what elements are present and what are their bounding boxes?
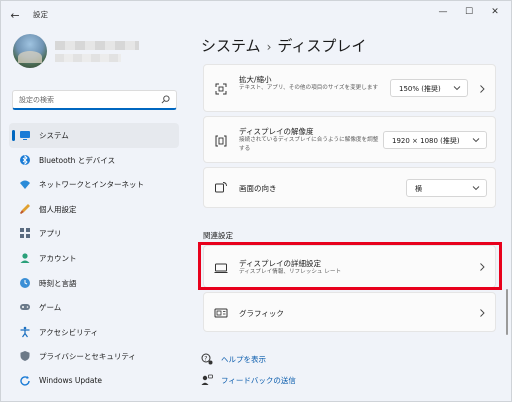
sidebar-item-personalization[interactable]: 個人用設定 xyxy=(9,197,179,222)
help-icon: ? xyxy=(201,353,213,365)
app-title: 設定 xyxy=(33,10,48,19)
gaming-icon xyxy=(20,304,30,311)
sidebar-item-accounts[interactable]: アカウント xyxy=(9,246,179,271)
resolution-icon xyxy=(215,135,227,147)
monitor-icon xyxy=(214,263,228,273)
resolution-dropdown-value: 1920 × 1080 (推奨) xyxy=(392,137,460,145)
sidebar-item-network[interactable]: ネットワークとインターネット xyxy=(9,172,179,197)
accessibility-icon xyxy=(20,326,30,338)
minimize-button[interactable]: — xyxy=(433,5,453,19)
sidebar-item-label: 個人用設定 xyxy=(39,204,77,214)
sidebar-item-label: ネットワークとインターネット xyxy=(39,180,144,190)
chevron-right-icon xyxy=(480,309,485,317)
sidebar-item-label: ゲーム xyxy=(39,303,62,313)
sidebar-item-windows-update[interactable]: Windows Update xyxy=(9,369,179,394)
time-language-icon xyxy=(20,277,30,288)
search-icon[interactable] xyxy=(161,95,170,104)
sidebar-nav: システム Bluetooth とデバイス ネットワークとインターネット 個人用設… xyxy=(9,123,179,394)
scale-setting-card: 拡大/縮小 テキスト、アプリ、その他の項目のサイズを変更します 150% (推奨… xyxy=(203,64,496,112)
sidebar-item-label: Windows Update xyxy=(39,375,103,385)
graphics-title: グラフィック xyxy=(239,309,284,318)
avatar[interactable] xyxy=(13,34,47,68)
search-input[interactable] xyxy=(19,94,159,106)
scale-dropdown[interactable]: 150% (推奨) xyxy=(390,79,468,97)
title-bar: ← 設定 — ☐ ✕ xyxy=(1,1,511,31)
personalization-icon xyxy=(20,203,30,214)
profile-email-redacted xyxy=(55,54,121,62)
orientation-title: 画面の向き xyxy=(239,184,277,193)
search-box[interactable] xyxy=(12,90,177,110)
sidebar-item-label: Bluetooth とデバイス xyxy=(39,155,116,165)
sidebar-item-bluetooth[interactable]: Bluetooth とデバイス xyxy=(9,148,179,173)
orientation-icon xyxy=(215,182,227,193)
feedback-icon xyxy=(201,374,213,385)
network-icon xyxy=(20,180,30,190)
resolution-description: 接続されているディスプレイに合うように解像度を調整する xyxy=(239,137,379,152)
orientation-dropdown-value: 横 xyxy=(415,185,422,193)
sidebar-item-label: 時刻と言語 xyxy=(39,278,77,288)
advanced-display-card[interactable]: ディスプレイの詳細設定 ディスプレイ情報、リフレッシュ レート xyxy=(203,245,496,288)
scale-description: テキスト、アプリ、その他の項目のサイズを変更します xyxy=(239,85,379,91)
sidebar-item-label: プライバシーとセキュリティ xyxy=(39,352,136,362)
bluetooth-icon xyxy=(20,154,30,165)
chevron-right-icon[interactable] xyxy=(478,84,486,94)
advanced-display-description: ディスプレイ情報、リフレッシュ レート xyxy=(239,269,342,275)
maximize-button[interactable]: ☐ xyxy=(459,5,479,19)
sidebar-item-label: アクセシビリティ xyxy=(39,327,99,337)
sidebar-item-label: アプリ xyxy=(39,229,62,239)
sidebar-item-privacy[interactable]: プライバシーとセキュリティ xyxy=(9,344,179,369)
close-button[interactable]: ✕ xyxy=(485,5,505,19)
resolution-setting-card: ディスプレイの解像度 接続されているディスプレイに合うように解像度を調整する 1… xyxy=(203,116,496,163)
page-title: システム › ディスプレイ xyxy=(201,35,366,56)
system-icon xyxy=(20,131,30,140)
related-settings-heading: 関連設定 xyxy=(203,231,233,240)
sidebar-item-label: アカウント xyxy=(39,253,77,263)
sidebar-item-label: システム xyxy=(39,131,69,140)
breadcrumb-parent[interactable]: システム xyxy=(201,37,261,55)
windows-update-icon xyxy=(20,375,30,386)
profile-name-redacted xyxy=(55,41,139,50)
sidebar-item-gaming[interactable]: ゲーム xyxy=(9,295,179,320)
send-feedback-label: フィードバックの送信 xyxy=(221,376,296,385)
scale-dropdown-value: 150% (推奨) xyxy=(399,85,441,93)
sidebar-item-time-language[interactable]: 時刻と言語 xyxy=(9,271,179,296)
account-icon xyxy=(20,253,30,263)
chevron-down-icon xyxy=(453,86,461,91)
back-button[interactable]: ← xyxy=(7,8,23,24)
sidebar-item-accessibility[interactable]: アクセシビリティ xyxy=(9,320,179,345)
graphics-icon xyxy=(214,308,228,318)
get-help-label: ヘルプを表示 xyxy=(221,355,266,364)
chevron-right-icon xyxy=(480,263,485,271)
settings-window: ← 設定 — ☐ ✕ システム Bluetooth とデバイス xyxy=(0,0,512,402)
chevron-down-icon xyxy=(472,186,480,191)
breadcrumb-separator: › xyxy=(266,40,272,54)
scrollbar-thumb[interactable] xyxy=(506,289,508,335)
privacy-icon xyxy=(20,351,30,362)
chevron-down-icon xyxy=(472,138,480,143)
sidebar-item-apps[interactable]: アプリ xyxy=(9,221,179,246)
breadcrumb-current: ディスプレイ xyxy=(277,37,367,55)
graphics-card[interactable]: グラフィック xyxy=(203,292,496,332)
sidebar-item-system[interactable]: システム xyxy=(9,123,179,148)
orientation-dropdown[interactable]: 横 xyxy=(406,179,487,197)
scale-icon xyxy=(215,83,227,95)
orientation-setting-card: 画面の向き 横 xyxy=(203,167,496,208)
resolution-dropdown[interactable]: 1920 × 1080 (推奨) xyxy=(383,131,487,149)
svg-text:?: ? xyxy=(204,355,207,362)
apps-icon xyxy=(20,228,30,239)
